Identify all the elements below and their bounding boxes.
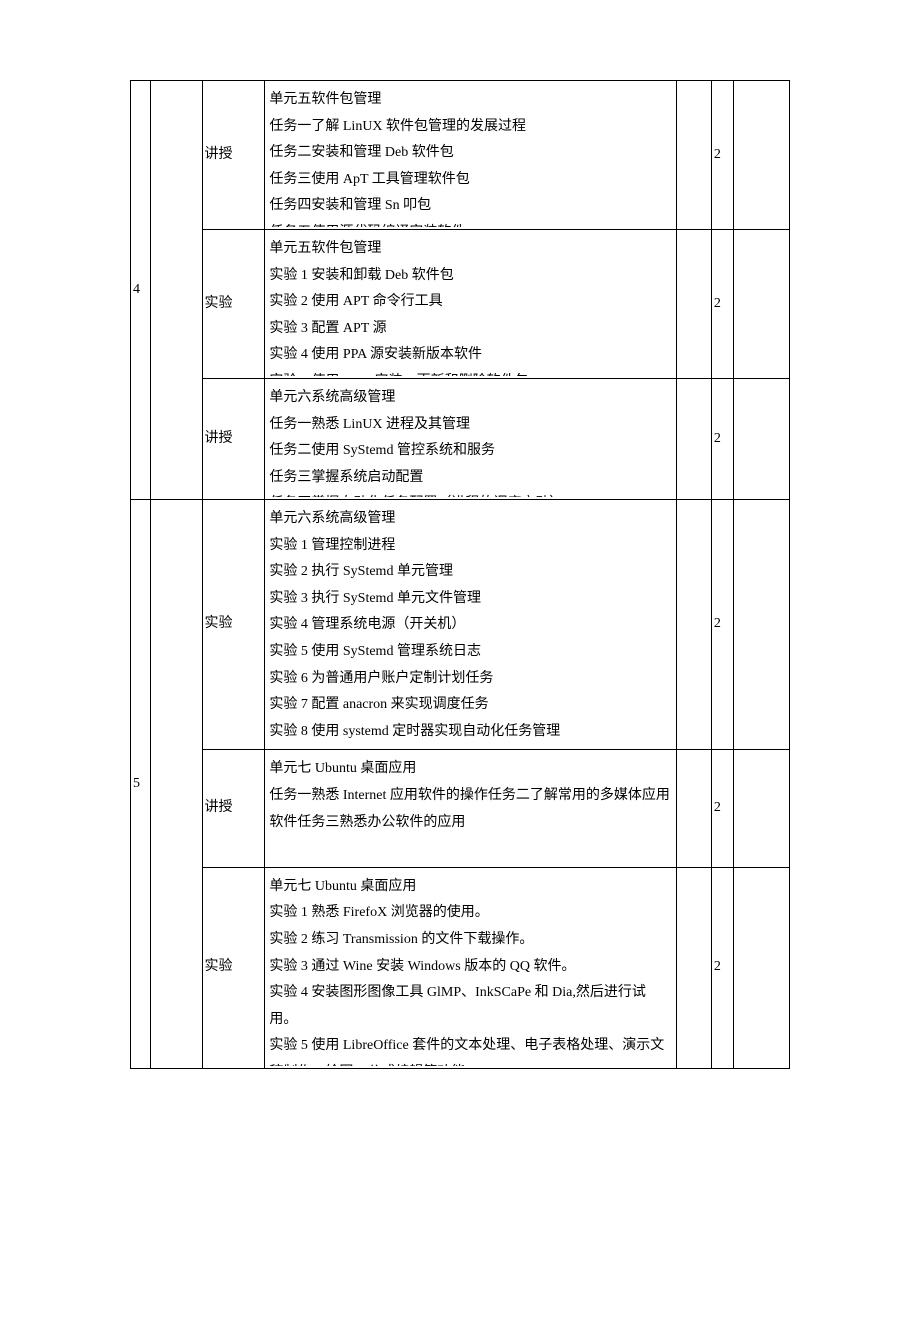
course-schedule-table: 4 讲授 单元五软件包管理 任务一了解 LinUX 软件包管理的发展过程 任务二… [130, 80, 790, 1069]
hours-cell: 2 [711, 867, 733, 1068]
content-cell: 单元七 Ubuntu 桌面应用 实验 1 熟悉 FirefoX 浏览器的使用。 … [265, 867, 677, 1068]
hours-cell: 2 [711, 81, 733, 230]
content-cell: 单元七 Ubuntu 桌面应用 任务一熟悉 Internet 应用软件的操作任务… [265, 750, 677, 867]
empty-col [150, 500, 202, 1069]
empty-col [677, 379, 712, 500]
hours-cell: 2 [711, 230, 733, 379]
empty-col [733, 750, 789, 867]
empty-col [733, 867, 789, 1068]
type-cell: 实验 [202, 867, 265, 1068]
empty-col [150, 81, 202, 500]
empty-col [677, 500, 712, 750]
empty-col [677, 230, 712, 379]
empty-col [733, 500, 789, 750]
type-cell: 实验 [202, 230, 265, 379]
hours-cell: 2 [711, 379, 733, 500]
type-cell: 讲授 [202, 81, 265, 230]
type-cell: 实验 [202, 500, 265, 750]
empty-col [677, 750, 712, 867]
empty-col [677, 81, 712, 230]
group-number: 5 [131, 500, 151, 1069]
empty-col [677, 867, 712, 1068]
type-cell: 讲授 [202, 379, 265, 500]
empty-col [733, 379, 789, 500]
empty-col [733, 81, 789, 230]
hours-cell: 2 [711, 750, 733, 867]
type-cell: 讲授 [202, 750, 265, 867]
content-cell: 单元六系统高级管理 任务一熟悉 LinUX 进程及其管理 任务二使用 SySte… [265, 379, 677, 500]
hours-cell: 2 [711, 500, 733, 750]
group-number: 4 [131, 81, 151, 500]
empty-col [733, 230, 789, 379]
content-cell: 单元六系统高级管理 实验 1 管理控制进程 实验 2 执行 SyStemd 单元… [265, 500, 677, 750]
content-cell: 单元五软件包管理 实验 1 安装和卸载 Deb 软件包 实验 2 使用 APT … [265, 230, 677, 379]
content-cell: 单元五软件包管理 任务一了解 LinUX 软件包管理的发展过程 任务二安装和管理… [265, 81, 677, 230]
